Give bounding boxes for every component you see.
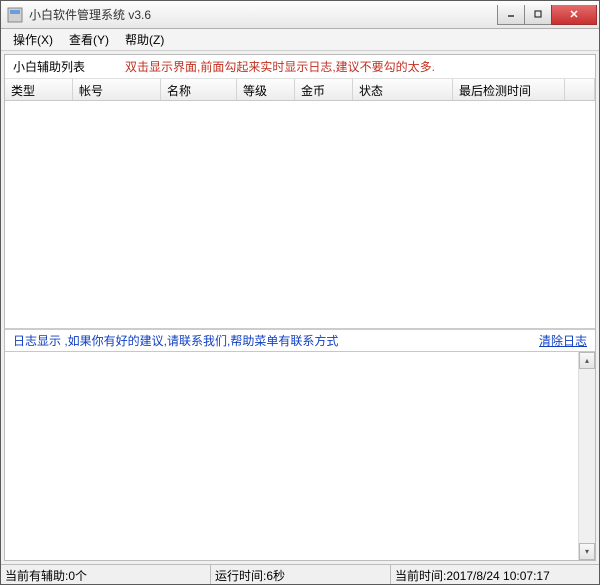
col-account[interactable]: 帐号	[73, 79, 161, 100]
status-runtime: 运行时间:6秒	[211, 565, 391, 584]
menu-operate[interactable]: 操作(X)	[5, 29, 61, 50]
window-title: 小白软件管理系统 v3.6	[29, 6, 498, 23]
scroll-down-button[interactable]: ▾	[579, 543, 595, 560]
main-window: 小白软件管理系统 v3.6 操作(X) 查看(Y) 帮助(Z) 小白辅助列表 双…	[0, 0, 600, 585]
list-title: 小白辅助列表	[13, 58, 85, 75]
app-icon	[7, 7, 23, 23]
menubar: 操作(X) 查看(Y) 帮助(Z)	[1, 29, 599, 51]
col-status[interactable]: 状态	[353, 79, 453, 100]
table-header: 类型 帐号 名称 等级 金币 状态 最后检测时间	[5, 79, 595, 101]
col-spacer[interactable]	[565, 79, 595, 100]
scroll-up-button[interactable]: ▴	[579, 352, 595, 369]
status-helpers: 当前有辅助:0个	[1, 565, 211, 584]
menu-view[interactable]: 查看(Y)	[61, 29, 117, 50]
close-button[interactable]	[551, 5, 597, 25]
list-header: 小白辅助列表 双击显示界面,前面勾起来实时显示日志,建议不要勾的太多.	[5, 55, 595, 79]
helper-table: 类型 帐号 名称 等级 金币 状态 最后检测时间	[5, 79, 595, 329]
col-lastcheck[interactable]: 最后检测时间	[453, 79, 565, 100]
clear-log-link[interactable]: 清除日志	[539, 332, 587, 349]
menu-help[interactable]: 帮助(Z)	[117, 29, 172, 50]
minimize-button[interactable]	[497, 5, 525, 25]
status-now: 当前时间:2017/8/24 10:07:17	[391, 565, 599, 584]
maximize-button[interactable]	[524, 5, 552, 25]
titlebar[interactable]: 小白软件管理系统 v3.6	[1, 1, 599, 29]
window-controls	[498, 5, 597, 25]
col-type[interactable]: 类型	[5, 79, 73, 100]
list-hint: 双击显示界面,前面勾起来实时显示日志,建议不要勾的太多.	[125, 58, 435, 75]
statusbar: 当前有辅助:0个 运行时间:6秒 当前时间:2017/8/24 10:07:17	[1, 564, 599, 584]
client-area: 小白辅助列表 双击显示界面,前面勾起来实时显示日志,建议不要勾的太多. 类型 帐…	[4, 54, 596, 561]
log-header: 日志显示 ,如果你有好的建议,请联系我们,帮助菜单有联系方式 清除日志	[5, 329, 595, 351]
col-gold[interactable]: 金币	[295, 79, 353, 100]
col-name[interactable]: 名称	[161, 79, 237, 100]
table-body[interactable]	[5, 101, 595, 328]
log-scrollbar[interactable]: ▴ ▾	[578, 352, 595, 560]
log-body[interactable]: ▴ ▾	[5, 351, 595, 560]
log-label: 日志显示 ,如果你有好的建议,请联系我们,帮助菜单有联系方式	[13, 332, 338, 349]
col-level[interactable]: 等级	[237, 79, 295, 100]
